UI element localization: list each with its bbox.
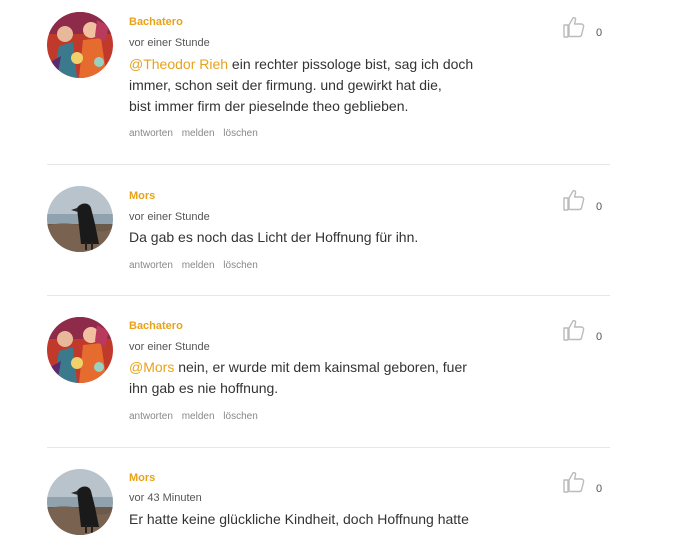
delete-link[interactable]: löschen bbox=[223, 128, 257, 139]
like-count: 0 bbox=[596, 331, 603, 343]
comment-text-line: ein rechter pissologe bist, sag ich doch bbox=[228, 56, 474, 72]
avatar[interactable] bbox=[47, 317, 113, 383]
raven-avatar-icon bbox=[47, 469, 113, 535]
report-link[interactable]: melden bbox=[182, 411, 215, 422]
thumbs-up-icon bbox=[563, 471, 585, 493]
like-button[interactable] bbox=[562, 470, 586, 494]
comment-text-line: Da gab es noch das Licht der Hoffnung fü… bbox=[129, 229, 419, 245]
comment-author[interactable]: Bachatero bbox=[129, 16, 183, 28]
reply-link[interactable]: antworten bbox=[129, 260, 173, 271]
comment-text: @Theodor Rieh ein rechter pissologe bist… bbox=[129, 54, 489, 117]
avatar[interactable] bbox=[47, 186, 113, 252]
like-button[interactable] bbox=[562, 188, 586, 212]
comment-text-line: Er hatte keine glückliche Kindheit, doch… bbox=[129, 511, 469, 527]
delete-link[interactable]: löschen bbox=[223, 260, 257, 271]
like-button[interactable] bbox=[562, 15, 586, 39]
painted-figures-avatar-icon bbox=[47, 12, 113, 78]
comment-author[interactable]: Mors bbox=[129, 472, 155, 484]
thumbs-up-icon bbox=[563, 189, 585, 211]
comment-text: @Mors nein, er wurde mit dem kainsmal ge… bbox=[129, 357, 489, 399]
comment-actions: antworten melden löschen bbox=[129, 260, 264, 271]
like-count: 0 bbox=[596, 27, 603, 39]
divider bbox=[47, 164, 610, 165]
divider bbox=[47, 295, 610, 296]
comment-text: Er hatte keine glückliche Kindheit, doch… bbox=[129, 509, 489, 530]
like-button[interactable] bbox=[562, 318, 586, 342]
comment-text-line: bist immer firm der pieselnde theo gebli… bbox=[129, 98, 409, 114]
thumbs-up-icon bbox=[563, 319, 585, 341]
reply-link[interactable]: antworten bbox=[129, 411, 173, 422]
comment-actions: antworten melden löschen bbox=[129, 411, 264, 422]
comment-text-line: ihn gab es nie hoffnung. bbox=[129, 380, 279, 396]
report-link[interactable]: melden bbox=[182, 128, 215, 139]
comment-author[interactable]: Mors bbox=[129, 190, 155, 202]
like-count: 0 bbox=[596, 201, 603, 213]
avatar[interactable] bbox=[47, 12, 113, 78]
thumbs-up-icon bbox=[563, 16, 585, 38]
comment-author[interactable]: Bachatero bbox=[129, 320, 183, 332]
comment-text-line: immer, schon seit der firmung. und gewir… bbox=[129, 77, 442, 93]
comment-actions: antworten melden löschen bbox=[129, 128, 264, 139]
delete-link[interactable]: löschen bbox=[223, 411, 257, 422]
reply-link[interactable]: antworten bbox=[129, 128, 173, 139]
avatar[interactable] bbox=[47, 469, 113, 535]
comment-timestamp: vor 43 Minuten bbox=[129, 492, 202, 504]
raven-avatar-icon bbox=[47, 186, 113, 252]
report-link[interactable]: melden bbox=[182, 260, 215, 271]
mention-link[interactable]: @Theodor Rieh bbox=[129, 56, 228, 72]
comment-timestamp: vor einer Stunde bbox=[129, 341, 210, 353]
comment-timestamp: vor einer Stunde bbox=[129, 37, 210, 49]
like-count: 0 bbox=[596, 483, 603, 495]
mention-link[interactable]: @Mors bbox=[129, 359, 174, 375]
painted-figures-avatar-icon bbox=[47, 317, 113, 383]
divider bbox=[47, 447, 610, 448]
comment-text-line: nein, er wurde mit dem kainsmal geboren,… bbox=[174, 359, 467, 375]
comment-text: Da gab es noch das Licht der Hoffnung fü… bbox=[129, 227, 489, 248]
comment-timestamp: vor einer Stunde bbox=[129, 211, 210, 223]
